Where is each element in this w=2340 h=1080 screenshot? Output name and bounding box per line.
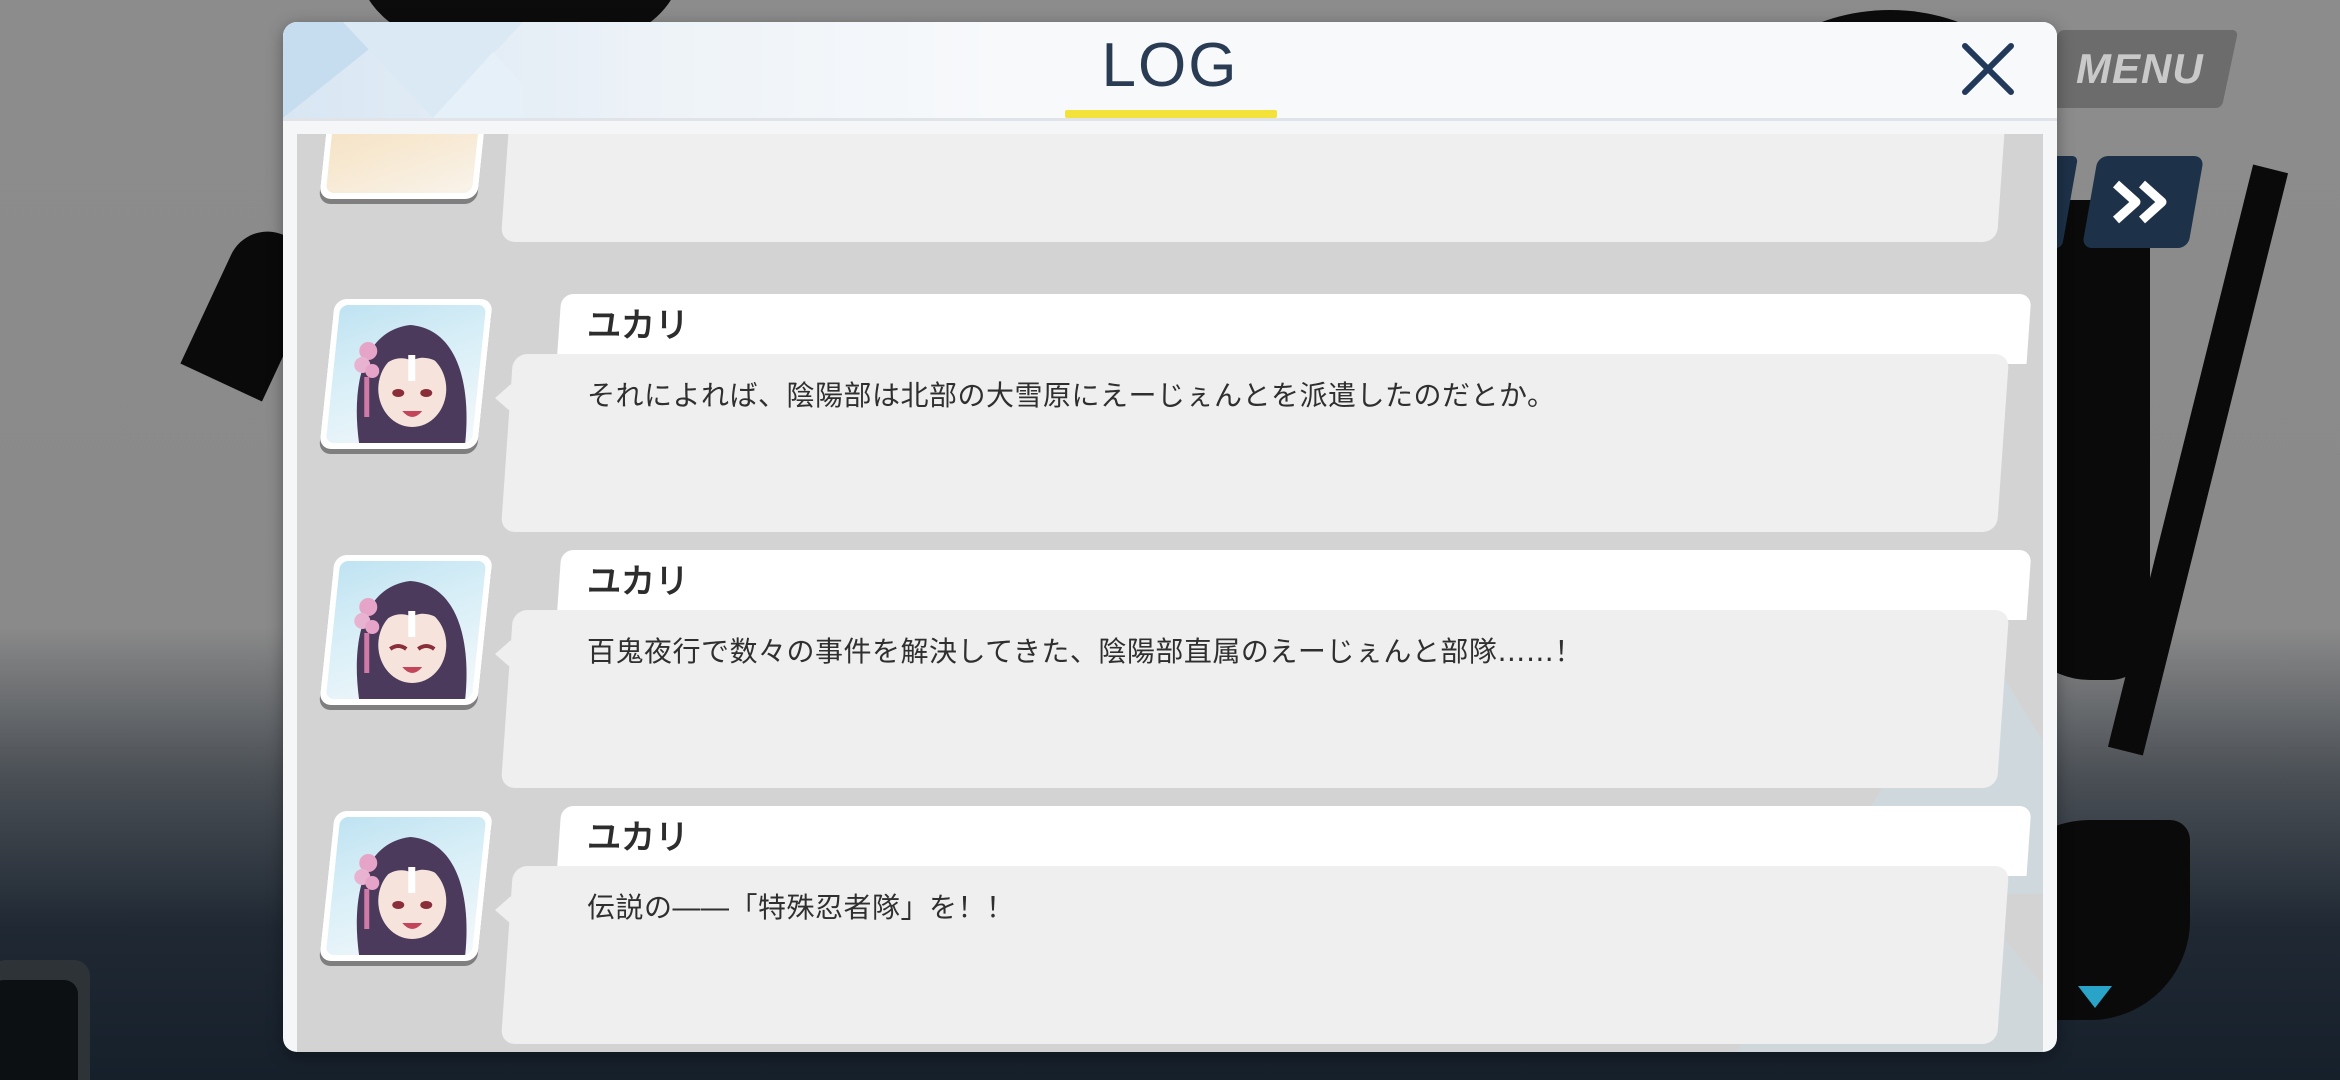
log-header: LOG: [283, 22, 2057, 121]
fast-forward-icon: [2112, 180, 2167, 224]
message-box: [500, 134, 2010, 242]
speaker-name: ユカリ: [587, 562, 689, 602]
log-dialog: LOG ユカリ それによれば、陰陽部は北部の大雪原にえーじぇんとを派遣したのだと…: [283, 22, 2057, 1052]
avatar: [319, 134, 493, 199]
close-button[interactable]: [1955, 36, 2021, 102]
avatar: [319, 299, 493, 449]
skip-button[interactable]: [2081, 156, 2205, 248]
list-item-partial: [297, 134, 2043, 244]
avatar: [319, 811, 493, 961]
title-underline: [1065, 110, 1277, 118]
menu-label: MENU: [2076, 45, 2204, 92]
next-arrow-icon[interactable]: [2078, 986, 2112, 1008]
message-text: 百鬼夜行で数々の事件を解決してきた、陰陽部直属のえーじぇんと部隊……！: [587, 635, 1583, 668]
message-text: それによれば、陰陽部は北部の大雪原にえーじぇんとを派遣したのだとか。: [587, 379, 1556, 412]
list-item: ユカリ 百鬼夜行で数々の事件を解決してきた、陰陽部直属のえーじぇんと部隊……！: [297, 550, 2043, 790]
message-text: 伝説の――「特殊忍者隊」を！！: [587, 891, 1015, 924]
log-title: LOG: [1101, 31, 1239, 100]
speaker-name: ユカリ: [587, 818, 689, 858]
list-item: ユカリ 伝説の――「特殊忍者隊」を！！: [297, 806, 2043, 1046]
list-item: ユカリ それによれば、陰陽部は北部の大雪原にえーじぇんとを派遣したのだとか。: [297, 294, 2043, 534]
avatar: [319, 555, 493, 705]
log-list[interactable]: ユカリ それによれば、陰陽部は北部の大雪原にえーじぇんとを派遣したのだとか。 ユ…: [297, 134, 2043, 1052]
speaker-name: ユカリ: [587, 306, 689, 346]
menu-button[interactable]: MENU: [2041, 30, 2239, 108]
side-panel[interactable]: [0, 980, 78, 1080]
close-icon: [1962, 43, 2014, 95]
